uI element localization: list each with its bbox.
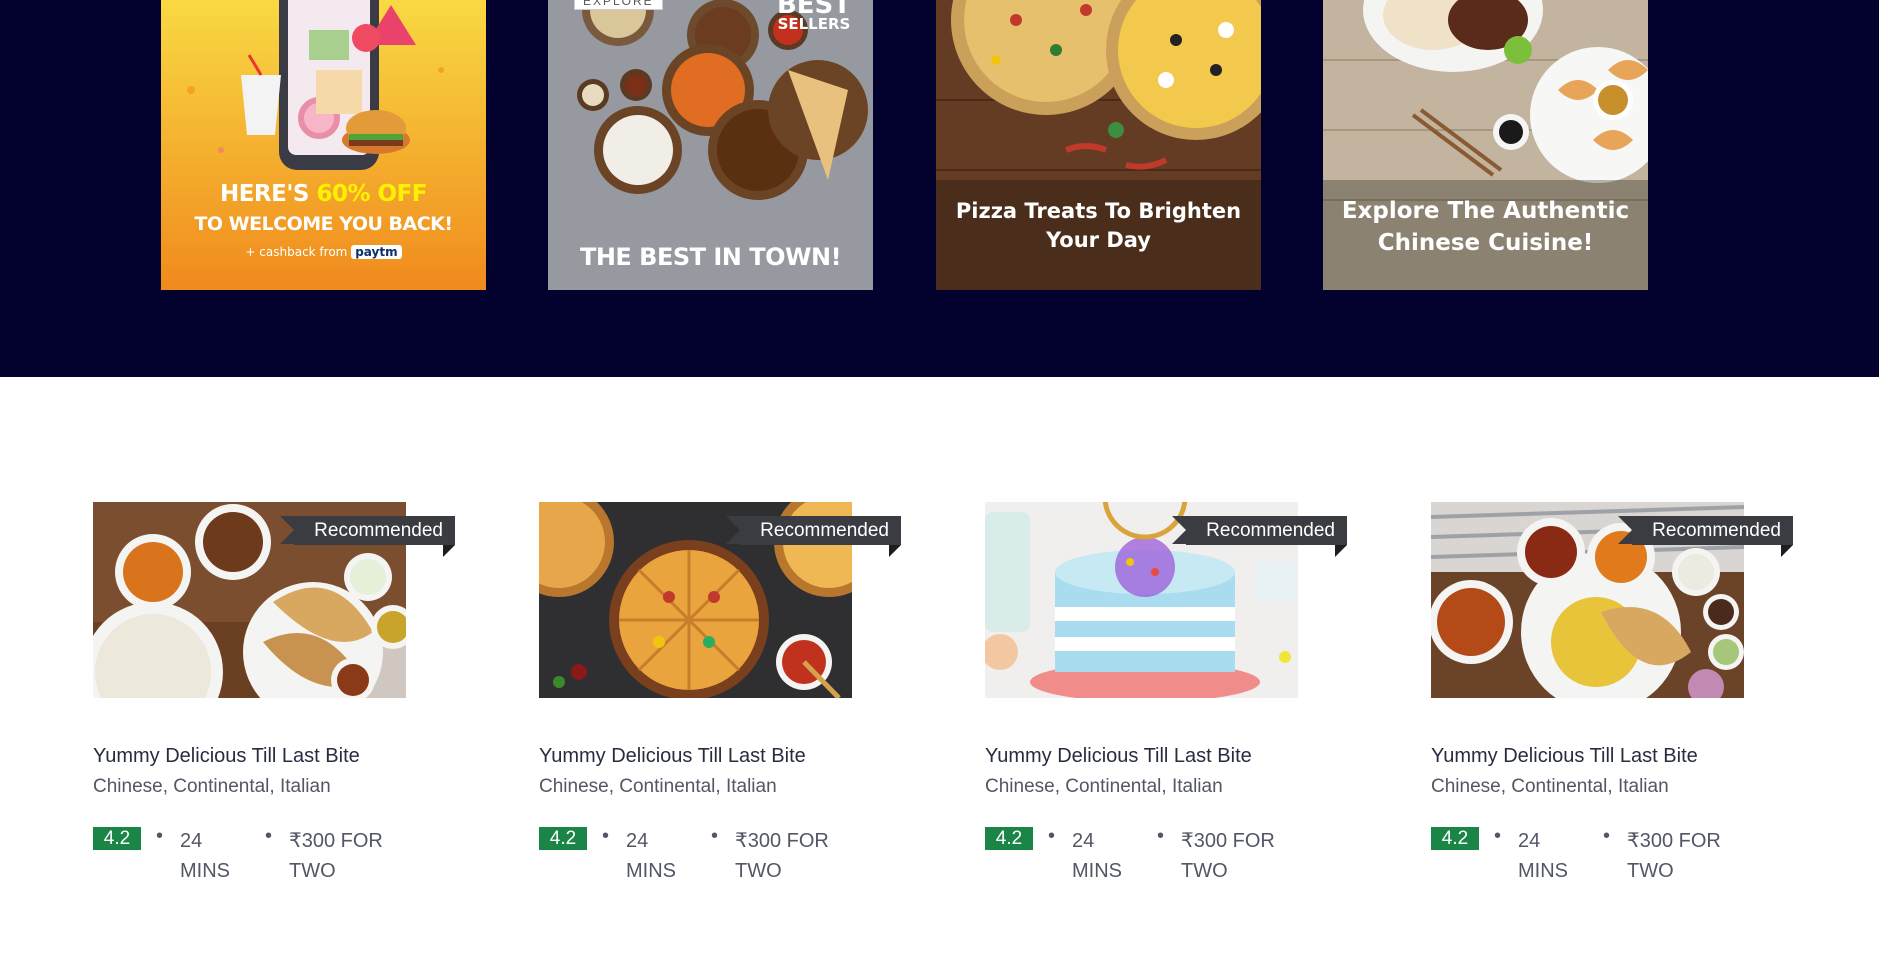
offer-welcome-subline: TO WELCOME YOU BACK! [194,213,453,235]
offer-best-in-town-caption: THE BEST IN TOWN! [579,243,842,271]
offer-pizza-line2: Your Day [1046,228,1151,252]
delivery-time-unit: MINS [1072,860,1122,882]
restaurant-cuisine: Chinese, Continental, Italian [93,776,331,797]
offer-welcome-cashback: + cashback from paytm [161,245,486,259]
restaurant-name: Yummy Delicious Till Last Bite [539,745,806,767]
rating-badge: 4.2 [1431,827,1479,850]
delivery-time: 24 MINS [180,826,250,886]
rating-badge: 4.2 [539,827,587,850]
offer-card-best-sellers[interactable]: EXPLORE BEST SELLERS THE BEST IN TOWN! [548,0,873,290]
offer-best-sellers-badge: BEST SELLERS [777,0,851,32]
cost-for-two-value: ₹300 FOR [1627,830,1721,852]
separator-dot: • [265,825,273,847]
offer-best-label: BEST [776,0,851,20]
separator-dot: • [1048,825,1056,847]
cost-for-two: ₹300 FOR TWO [1181,826,1291,886]
offer-chinese-line2: Chinese Cuisine! [1377,230,1594,256]
delivery-time-value: 24 [180,830,203,852]
paytm-logo: paytm [351,245,402,259]
restaurant-name: Yummy Delicious Till Last Bite [93,745,360,767]
delivery-time: 24 MINS [1518,826,1588,886]
offer-welcome-headline-pre: HERE'S [219,181,317,207]
delivery-time: 24 MINS [1072,826,1142,886]
separator-dot: • [1494,825,1502,847]
restaurant-cuisine: Chinese, Continental, Italian [985,776,1223,797]
cost-for-two: ₹300 FOR TWO [735,826,845,886]
rating-badge: 4.2 [93,827,141,850]
separator-dot: • [1157,825,1165,847]
separator-dot: • [602,825,610,847]
cost-for-two-value: ₹300 FOR [735,830,829,852]
offer-pizza-caption: Pizza Treats To Brighten Your Day [936,197,1261,255]
recommended-ribbon: Recommended [280,516,455,557]
delivery-time: 24 MINS [626,826,696,886]
delivery-time-unit: MINS [626,860,676,882]
separator-dot: • [711,825,719,847]
cost-for-two-unit: TWO [735,860,782,882]
offer-welcome-headline: HERE'S 60% OFF [161,181,486,207]
offer-sellers-label: SELLERS [777,15,851,33]
cost-for-two-unit: TWO [1627,860,1674,882]
cost-for-two: ₹300 FOR TWO [289,826,399,886]
offer-welcome-discount: 60% OFF [316,181,428,207]
delivery-time-unit: MINS [180,860,230,882]
delivery-time-unit: MINS [1518,860,1568,882]
offer-chinese-caption: Explore The Authentic Chinese Cuisine! [1323,195,1648,259]
separator-dot: • [156,825,164,847]
delivery-time-value: 24 [626,830,649,852]
cost-for-two-unit: TWO [1181,860,1228,882]
restaurant-cuisine: Chinese, Continental, Italian [539,776,777,797]
delivery-time-value: 24 [1518,830,1541,852]
offer-explore-tag: EXPLORE [574,0,663,10]
separator-dot: • [1603,825,1611,847]
recommended-ribbon: Recommended [1172,516,1347,557]
offer-pizza-line1: Pizza Treats To Brighten [955,199,1242,223]
offer-card-pizza-treats[interactable]: Pizza Treats To Brighten Your Day [936,0,1261,290]
recommended-ribbon: Recommended [1618,516,1793,557]
offers-banner-strip: HERE'S 60% OFF TO WELCOME YOU BACK! + ca… [0,0,1879,377]
rating-badge: 4.2 [985,827,1033,850]
recommended-ribbon: Recommended [726,516,901,557]
delivery-time-value: 24 [1072,830,1095,852]
offer-chinese-line1: Explore The Authentic [1341,198,1630,224]
offer-card-welcome-back[interactable]: HERE'S 60% OFF TO WELCOME YOU BACK! + ca… [161,0,486,290]
restaurant-cuisine: Chinese, Continental, Italian [1431,776,1669,797]
cost-for-two-value: ₹300 FOR [1181,830,1275,852]
cost-for-two-value: ₹300 FOR [289,830,383,852]
offer-card-chinese-cuisine[interactable]: Explore The Authentic Chinese Cuisine! [1323,0,1648,290]
cost-for-two-unit: TWO [289,860,336,882]
cost-for-two: ₹300 FOR TWO [1627,826,1737,886]
offer-welcome-cashback-text: + cashback from [245,245,348,259]
restaurant-name: Yummy Delicious Till Last Bite [1431,745,1698,767]
restaurant-name: Yummy Delicious Till Last Bite [985,745,1252,767]
